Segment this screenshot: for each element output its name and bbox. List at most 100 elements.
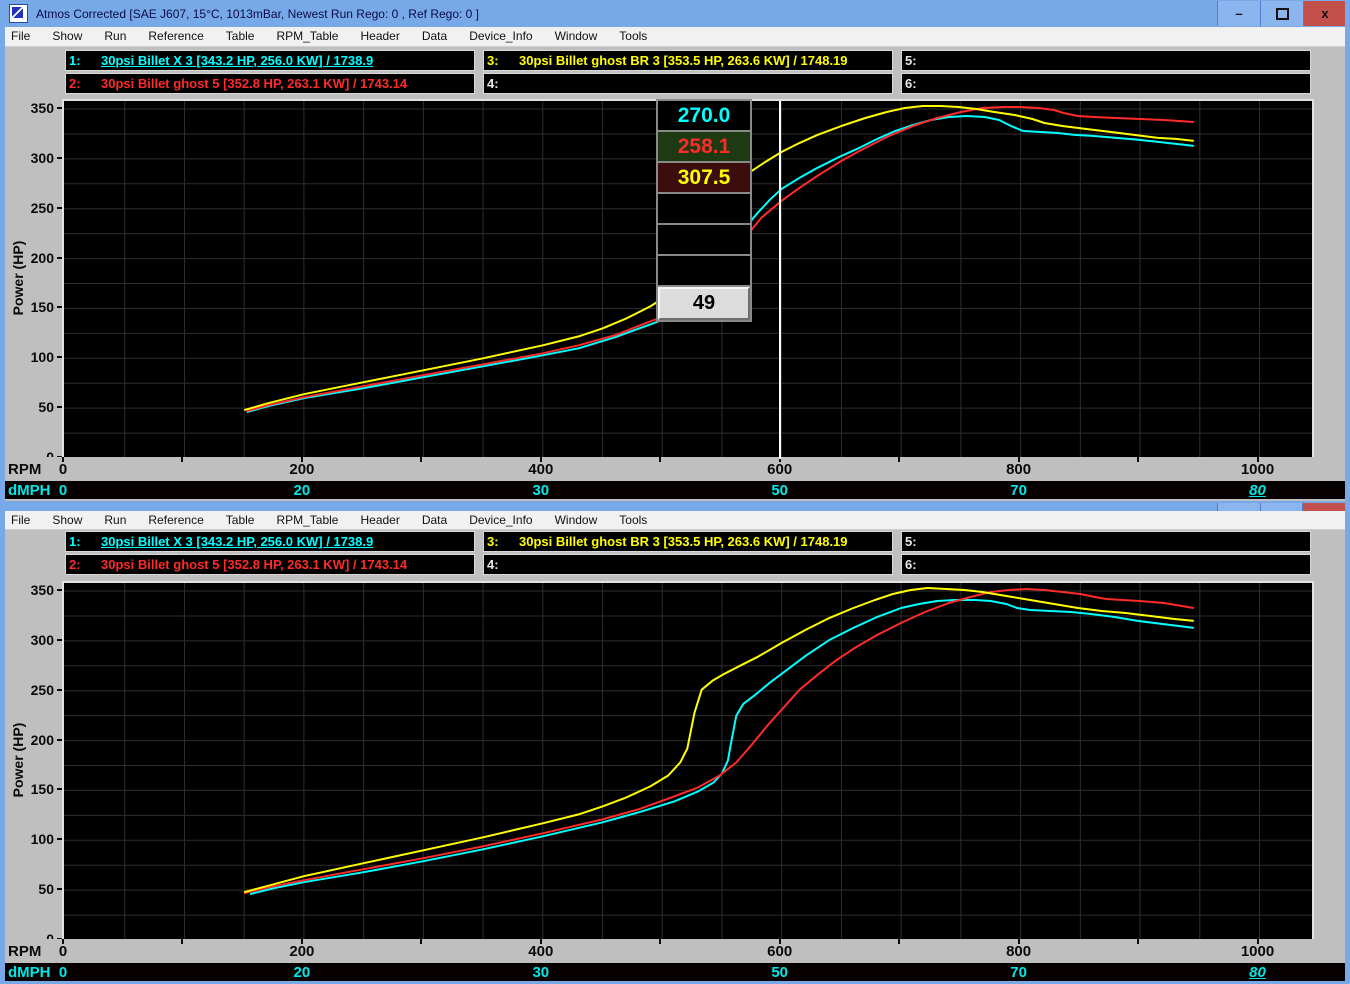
menu-item-reference[interactable]: Reference <box>137 27 214 46</box>
x-axis-tick-label: 200 <box>267 461 337 478</box>
y-axis-tick-label: 250 <box>2 200 54 216</box>
cursor-value-run-6 <box>658 256 750 285</box>
legend-run-label: 30psi Billet ghost 5 [352.8 HP, 263.1 KW… <box>101 76 407 91</box>
y-axis-tick-label: 350 <box>2 100 54 116</box>
menu-item-data[interactable]: Data <box>411 27 458 46</box>
minimize-icon: – <box>1235 6 1242 21</box>
close-button[interactable]: x <box>1303 1 1346 26</box>
x-axis-tick-label: 200 <box>267 943 337 960</box>
minimize-button[interactable]: – <box>1217 1 1260 26</box>
y-axis-title: Power (HP) <box>10 238 26 318</box>
x-axis-tick-mark <box>659 939 661 944</box>
x-axis-tick-mark <box>1137 939 1139 944</box>
menu-item-device_info[interactable]: Device_Info <box>458 27 543 46</box>
legend-slot-4[interactable]: 4: <box>483 554 893 575</box>
y-axis-tick-label: 250 <box>2 682 54 698</box>
title-bar[interactable]: Atmos Corrected [SAE J607, 15°C, 1013mBa… <box>0 0 1350 27</box>
dmph-axis-row: dMPH02030507080 <box>5 481 1345 499</box>
legend-run-label: 30psi Billet ghost BR 3 [353.5 HP, 263.6… <box>519 53 848 68</box>
legend-slot-6[interactable]: 6: <box>901 73 1311 94</box>
y-axis-tick-label: 100 <box>2 349 54 365</box>
legend-slot-2[interactable]: 2:30psi Billet ghost 5 [352.8 HP, 263.1 … <box>65 73 475 94</box>
x-axis-tick-label: 600 <box>745 943 815 960</box>
legend-slot-3[interactable]: 3:30psi Billet ghost BR 3 [353.5 HP, 263… <box>483 531 893 552</box>
legend-slot-1[interactable]: 1:30psi Billet X 3 [343.2 HP, 256.0 KW] … <box>65 531 475 552</box>
dmph-tick-label: 20 <box>267 964 337 981</box>
cursor-value-run-1: 270.0 <box>658 101 750 130</box>
legend-slot-5[interactable]: 5: <box>901 50 1311 71</box>
x-axis-tick-label: 400 <box>506 461 576 478</box>
x-axis-tick-label: 400 <box>506 943 576 960</box>
menu-item-header[interactable]: Header <box>349 27 410 46</box>
legend-run-label: 30psi Billet ghost 5 [352.8 HP, 263.1 KW… <box>101 557 407 572</box>
x-axis-tick-mark <box>898 939 900 944</box>
dmph-tick-label: 70 <box>984 964 1054 981</box>
legend-slot-number: 1: <box>69 534 101 549</box>
app-icon <box>9 4 28 23</box>
x-axis-tick-mark <box>420 939 422 944</box>
plot-area[interactable] <box>62 581 1314 943</box>
legend-slot-6[interactable]: 6: <box>901 554 1311 575</box>
legend-slot-number: 4: <box>487 76 519 91</box>
legend-slot-2[interactable]: 2:30psi Billet ghost 5 [352.8 HP, 263.1 … <box>65 554 475 575</box>
legend-slot-number: 5: <box>905 53 937 68</box>
menu-item-rpm_table[interactable]: RPM_Table <box>265 27 349 46</box>
y-axis-title: Power (HP) <box>10 720 26 800</box>
y-axis-tick-label: 350 <box>2 582 54 598</box>
legend-slot-5[interactable]: 5: <box>901 531 1311 552</box>
y-axis-tick-label: 50 <box>2 399 54 415</box>
legend-slot-number: 5: <box>905 534 937 549</box>
legend-run-label: 30psi Billet X 3 [343.2 HP, 256.0 KW] / … <box>101 53 373 68</box>
close-icon: x <box>1321 6 1328 21</box>
x-axis-tick-label: 800 <box>984 943 1054 960</box>
cursor-value-run-3: 307.5 <box>658 163 750 192</box>
window-title: Atmos Corrected [SAE J607, 15°C, 1013mBa… <box>36 7 479 21</box>
power-curve-30psi-billet-ghost-br-3 <box>244 588 1194 892</box>
legend-slot-number: 2: <box>69 76 101 91</box>
dmph-tick-label: 50 <box>745 964 815 981</box>
dmph-tick-label: 70 <box>984 482 1054 499</box>
dmph-tick-label: 0 <box>28 482 98 499</box>
x-axis-tick-mark <box>1137 457 1139 462</box>
menu-item-file[interactable]: File <box>0 27 41 46</box>
cursor-line[interactable] <box>779 101 781 459</box>
dmph-tick-label: 50 <box>745 482 815 499</box>
y-axis-tick-label: 50 <box>2 881 54 897</box>
legend-slot-1[interactable]: 1:30psi Billet X 3 [343.2 HP, 256.0 KW] … <box>65 50 475 71</box>
x-axis-tick-label: 0 <box>28 943 98 960</box>
dmph-tick-label: 30 <box>506 964 576 981</box>
x-axis-tick-mark <box>659 457 661 462</box>
rpm-axis-row: RPM02004006008001000 <box>0 457 1350 481</box>
x-axis-tick-label: 800 <box>984 461 1054 478</box>
dmph-tick-label: 30 <box>506 482 576 499</box>
menu-item-tools[interactable]: Tools <box>608 27 658 46</box>
window-border-right <box>1345 0 1350 984</box>
menu-item-run[interactable]: Run <box>93 27 137 46</box>
legend-slot-4[interactable]: 4: <box>483 73 893 94</box>
dmph-tick-label: 80 <box>1223 964 1293 981</box>
legend-slot-number: 6: <box>905 76 937 91</box>
chart-panel-bottom: 1:30psi Billet X 3 [343.2 HP, 256.0 KW] … <box>0 501 1350 981</box>
x-axis-tick-label: 0 <box>28 461 98 478</box>
dmph-tick-label: 80 <box>1223 482 1293 499</box>
cursor-speed-value: 49 <box>658 287 750 320</box>
dmph-axis-row: dMPH02030507080 <box>5 963 1345 981</box>
cursor-readout-box: 270.0258.1307.5 49 <box>656 99 752 322</box>
legend-run-label: 30psi Billet ghost BR 3 [353.5 HP, 263.6… <box>519 534 848 549</box>
x-axis-tick-label: 1000 <box>1223 943 1293 960</box>
menu-item-show[interactable]: Show <box>41 27 93 46</box>
maximize-icon <box>1276 8 1289 20</box>
x-axis-tick-mark <box>181 457 183 462</box>
y-axis-tick-label: 300 <box>2 632 54 648</box>
legend-slot-number: 3: <box>487 53 519 68</box>
menu-item-window[interactable]: Window <box>544 27 609 46</box>
legend-slot-3[interactable]: 3:30psi Billet ghost BR 3 [353.5 HP, 263… <box>483 50 893 71</box>
x-axis-tick-label: 1000 <box>1223 461 1293 478</box>
x-axis-tick-mark <box>181 939 183 944</box>
dyno-app-window: Atmos Corrected [SAE J607, 15°C, 1013mBa… <box>0 0 1350 984</box>
maximize-button[interactable] <box>1260 1 1303 26</box>
legend-slot-number: 1: <box>69 53 101 68</box>
menu-item-table[interactable]: Table <box>215 27 266 46</box>
legend-run-label: 30psi Billet X 3 [343.2 HP, 256.0 KW] / … <box>101 534 373 549</box>
cursor-value-run-2: 258.1 <box>658 132 750 161</box>
